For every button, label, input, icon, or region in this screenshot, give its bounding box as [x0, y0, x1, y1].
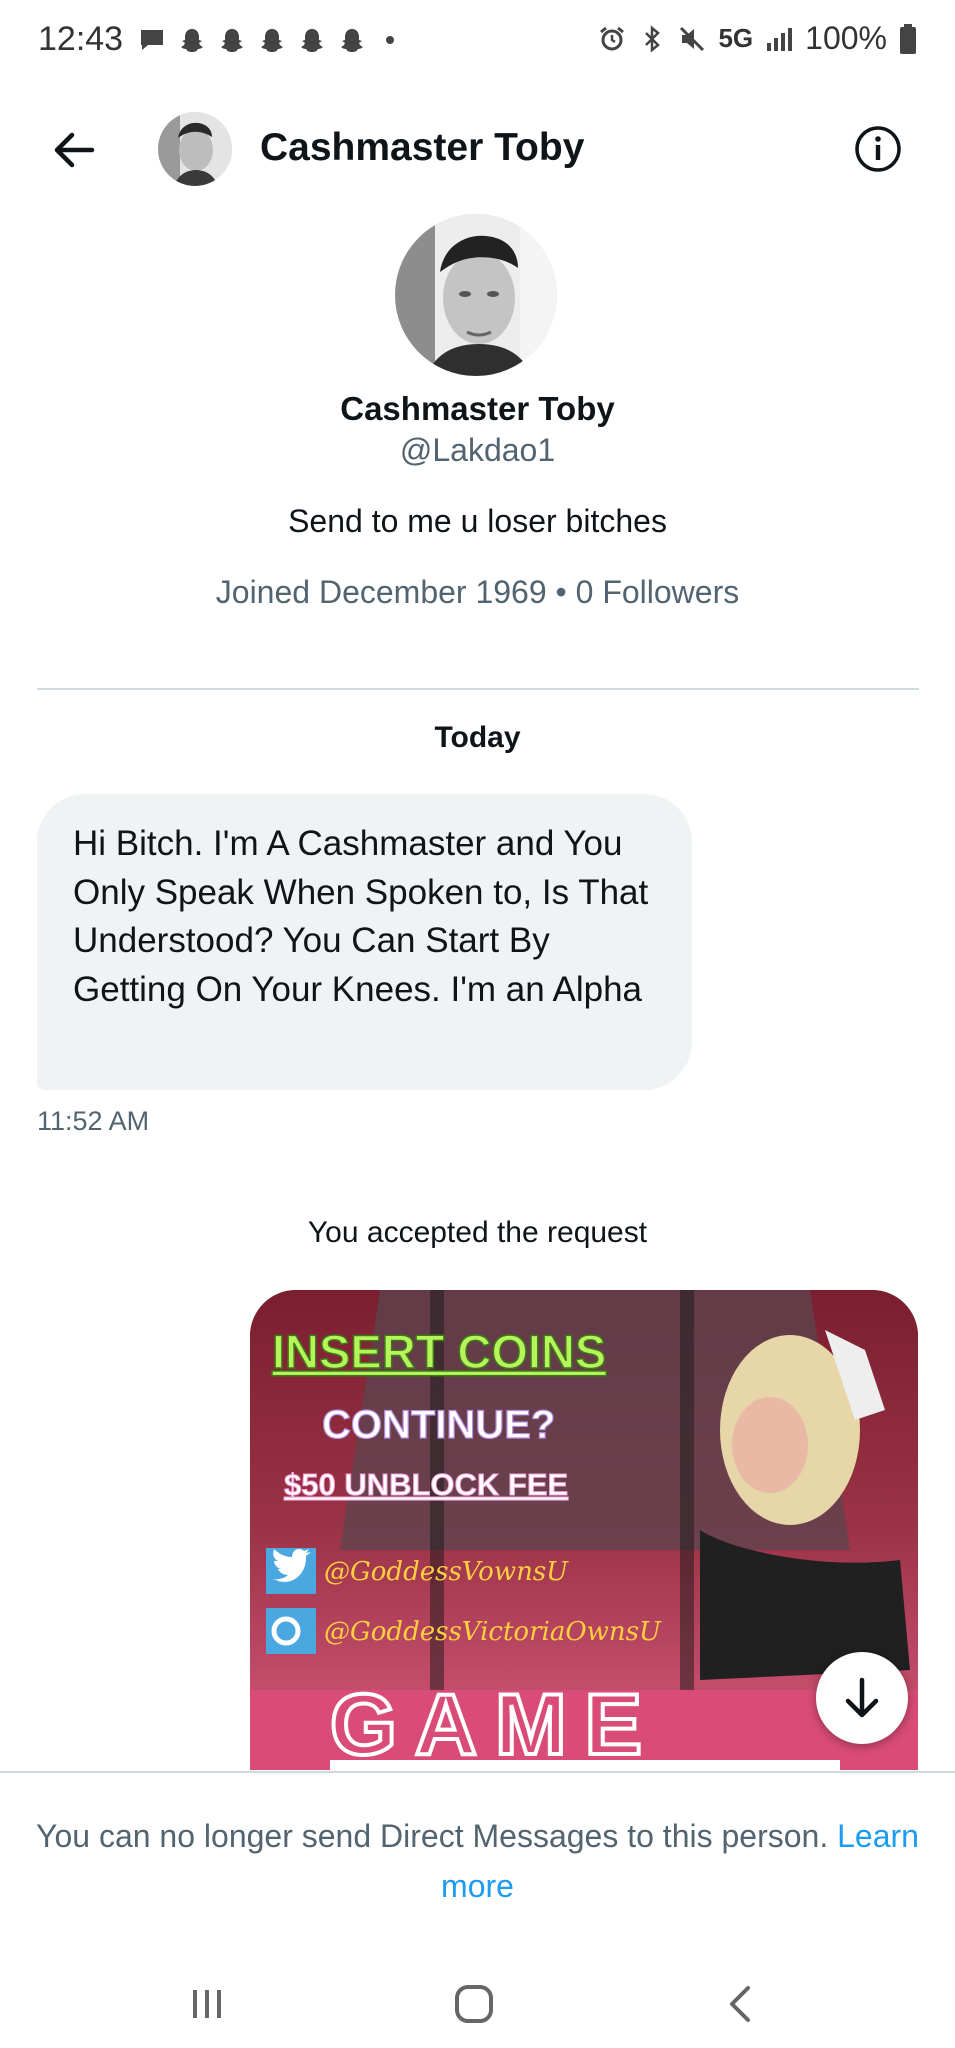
alarm-icon	[600, 26, 625, 50]
image-text-twitter-handle: @GoddessVownsU	[324, 1557, 569, 1587]
profile-name: Cashmaster Toby	[340, 390, 615, 427]
back-chevron-icon	[730, 1986, 750, 2022]
battery-icon	[900, 23, 916, 54]
profile-avatar-image	[395, 214, 557, 376]
meta-separator: •	[555, 574, 567, 610]
arrow-down-icon	[845, 1677, 879, 1718]
status-time: 12:43	[38, 20, 124, 58]
message-notification-icon	[141, 30, 163, 50]
recent-apps-button[interactable]	[177, 1974, 237, 2034]
image-text-continue: CONTINUE?	[322, 1403, 555, 1447]
battery-percent: 100%	[805, 20, 887, 56]
snapchat-icon	[341, 29, 363, 52]
header-avatar[interactable]	[158, 112, 232, 186]
dm-disabled-notice: You can no longer send Direct Messages t…	[0, 1771, 955, 1961]
status-bar: 12:43 5G 100%	[0, 0, 955, 82]
image-text-game: GAME	[330, 1677, 660, 1770]
image-text-insert-coins: INSERT COINS	[272, 1325, 606, 1378]
avatar-image	[158, 112, 232, 186]
scroll-to-bottom-button[interactable]	[816, 1652, 908, 1744]
profile-meta: Joined December 1969 • 0 Followers	[0, 574, 955, 611]
info-icon[interactable]	[853, 124, 903, 174]
network-type: 5G	[718, 23, 754, 53]
profile-handle: @Lakdao1	[399, 432, 556, 468]
message-timestamp: 11:52 AM	[37, 1106, 150, 1136]
image-text-unblock-fee: $50 UNBLOCK FEE	[284, 1467, 568, 1502]
header-title: Cashmaster Toby	[260, 126, 585, 169]
conversation-header: Cashmaster Toby	[0, 100, 955, 200]
image-text-onlyfans-handle: @GoddessVictoriaOwnsU	[324, 1617, 662, 1647]
back-nav-button[interactable]	[710, 1974, 770, 2034]
profile-bio: Send to me u loser bitches	[288, 503, 667, 539]
mute-icon	[680, 26, 705, 51]
more-notifications-dot	[386, 36, 394, 44]
received-message-bubble[interactable]: Hi Bitch. I'm A Cashmaster and You Only …	[37, 794, 692, 1090]
bluetooth-icon	[645, 24, 661, 53]
day-separator: Today	[434, 721, 521, 754]
back-arrow-icon[interactable]	[48, 124, 100, 176]
notice-text: You can no longer send Direct Messages t…	[30, 1811, 925, 1911]
profile-avatar[interactable]	[395, 214, 557, 376]
home-button[interactable]	[444, 1974, 504, 2034]
snapchat-icon	[261, 29, 283, 52]
snapchat-icon	[221, 29, 243, 52]
notification-icons	[138, 26, 394, 54]
divider	[37, 688, 919, 690]
followers-link[interactable]: 0 Followers	[576, 574, 740, 610]
system-icons: 5G 100%	[598, 20, 917, 57]
system-nav-bar	[0, 1960, 955, 2048]
system-message: You accepted the request	[307, 1216, 648, 1249]
home-icon	[455, 1985, 493, 2023]
signal-icon	[767, 27, 793, 51]
notice-message: You can no longer send Direct Messages t…	[36, 1818, 829, 1854]
snapchat-icon	[301, 29, 323, 52]
joined-date: Joined December 1969	[215, 574, 547, 610]
recent-apps-icon	[193, 1990, 221, 2018]
snapchat-icon	[181, 29, 203, 52]
